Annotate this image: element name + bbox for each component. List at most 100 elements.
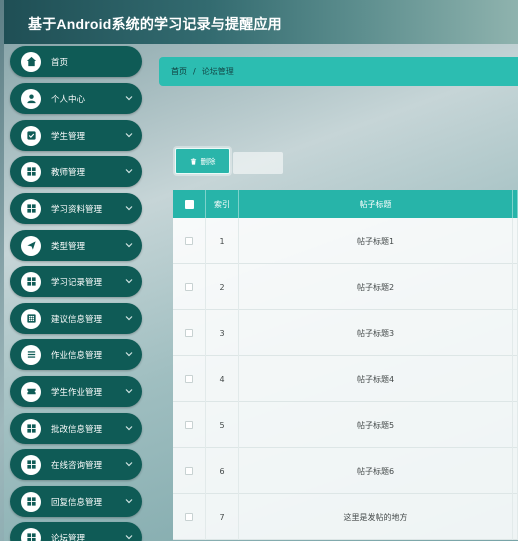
row-select-cell <box>173 218 206 264</box>
row-title: 这里是发帖的地方 <box>239 494 513 540</box>
list-icon <box>21 344 41 365</box>
sidebar-item-label: 类型管理 <box>51 241 86 252</box>
row-select-cell <box>173 310 206 356</box>
row-title: 帖子标题2 <box>239 264 513 310</box>
row-select-cell <box>173 494 206 540</box>
sidebar-item-students[interactable]: 学生管理 <box>10 120 142 151</box>
breadcrumb-separator: / <box>193 67 196 76</box>
chevron-down-icon <box>125 279 133 284</box>
chevron-down-icon <box>125 352 133 357</box>
sidebar-item-suggestions[interactable]: 建议信息管理 <box>10 303 142 334</box>
chevron-down-icon <box>125 426 133 431</box>
row-extra <box>513 356 518 402</box>
row-extra <box>513 448 518 494</box>
grid-icon <box>21 271 41 292</box>
row-extra <box>513 218 518 264</box>
sidebar-item-label: 个人中心 <box>51 94 86 105</box>
row-index: 7 <box>206 494 239 540</box>
sidebar-item-consultation[interactable]: 在线咨询管理 <box>10 449 142 480</box>
sidebar-item-types[interactable]: 类型管理 <box>10 230 142 261</box>
row-checkbox[interactable] <box>185 283 193 291</box>
user-icon <box>21 88 41 109</box>
select-all-checkbox[interactable] <box>184 199 194 209</box>
table-row[interactable]: 5 帖子标题5 <box>173 402 518 448</box>
header-extra <box>513 190 518 218</box>
sidebar-item-label: 论坛管理 <box>51 533 86 541</box>
chevron-down-icon <box>125 169 133 174</box>
chevron-down-icon <box>125 206 133 211</box>
row-checkbox[interactable] <box>185 421 193 429</box>
breadcrumb: 首页 / 论坛管理 <box>159 57 518 86</box>
send-icon <box>21 235 41 256</box>
sidebar-item-label: 作业信息管理 <box>51 350 103 361</box>
grid-icon <box>21 454 41 475</box>
chevron-down-icon <box>125 499 133 504</box>
table-row[interactable]: 2 帖子标题2 <box>173 264 518 310</box>
sidebar-item-label: 学生管理 <box>51 131 86 142</box>
sidebar-item-study-materials[interactable]: 学习资料管理 <box>10 193 142 224</box>
row-index: 4 <box>206 356 239 402</box>
sidebar-item-label: 回复信息管理 <box>51 497 103 508</box>
chevron-down-icon <box>125 462 133 467</box>
row-index: 5 <box>206 402 239 448</box>
sidebar-item-teachers[interactable]: 教师管理 <box>10 156 142 187</box>
main-content: 首页 / 论坛管理 删除 索引 帖子标题 1 帖子标题1 2 帖子标题2 3 帖… <box>149 44 518 541</box>
row-select-cell <box>173 356 206 402</box>
row-extra <box>513 264 518 310</box>
row-checkbox[interactable] <box>185 467 193 475</box>
row-title: 帖子标题4 <box>239 356 513 402</box>
select-all-cell[interactable] <box>173 190 206 218</box>
chevron-down-icon <box>125 389 133 394</box>
sidebar-item-grading[interactable]: 批改信息管理 <box>10 413 142 444</box>
chevron-down-icon <box>125 535 133 540</box>
table-row[interactable]: 3 帖子标题3 <box>173 310 518 356</box>
sidebar-item-label: 建议信息管理 <box>51 314 103 325</box>
row-index: 1 <box>206 218 239 264</box>
sidebar-item-profile[interactable]: 个人中心 <box>10 83 142 114</box>
row-checkbox[interactable] <box>185 513 193 521</box>
row-extra <box>513 310 518 356</box>
row-extra <box>513 494 518 540</box>
chevron-down-icon <box>125 133 133 138</box>
sidebar-item-label: 首页 <box>51 57 69 68</box>
table-row[interactable]: 4 帖子标题4 <box>173 356 518 402</box>
toolbar-placeholder <box>233 152 283 174</box>
sidebar-item-label: 学习记录管理 <box>51 277 103 288</box>
sidebar-item-assignments[interactable]: 作业信息管理 <box>10 339 142 370</box>
table-row[interactable]: 6 帖子标题6 <box>173 448 518 494</box>
grid-icon <box>21 491 41 512</box>
row-title: 帖子标题5 <box>239 402 513 448</box>
sidebar-item-label: 批改信息管理 <box>51 424 103 435</box>
sidebar-item-label: 学生作业管理 <box>51 387 103 398</box>
home-icon <box>21 51 41 72</box>
sidebar-item-forum[interactable]: 论坛管理 <box>10 522 142 541</box>
table-row[interactable]: 7 这里是发帖的地方 <box>173 494 518 540</box>
delete-button[interactable]: 删除 <box>175 148 230 174</box>
dots-grid-icon <box>21 308 41 329</box>
row-select-cell <box>173 264 206 310</box>
sidebar-item-replies[interactable]: 回复信息管理 <box>10 486 142 517</box>
sidebar-item-label: 教师管理 <box>51 167 86 178</box>
sidebar-item-study-records[interactable]: 学习记录管理 <box>10 266 142 297</box>
header-title: 帖子标题 <box>239 190 513 218</box>
sidebar-item-student-assignments[interactable]: 学生作业管理 <box>10 376 142 407</box>
sidebar-item-home[interactable]: 首页 <box>10 46 142 77</box>
table-row[interactable]: 1 帖子标题1 <box>173 218 518 264</box>
app-window: 基于Android系统的学习记录与提醒应用 首页 个人中心 学生管理 教师管理 … <box>4 0 518 541</box>
row-checkbox[interactable] <box>185 375 193 383</box>
row-checkbox[interactable] <box>185 237 193 245</box>
grid-icon <box>21 161 41 182</box>
breadcrumb-home[interactable]: 首页 <box>171 66 187 77</box>
sidebar-item-label: 在线咨询管理 <box>51 460 103 471</box>
chevron-down-icon <box>125 96 133 101</box>
row-checkbox[interactable] <box>185 329 193 337</box>
breadcrumb-current: 论坛管理 <box>201 67 234 76</box>
table-header: 索引 帖子标题 <box>173 190 518 218</box>
row-extra <box>513 402 518 448</box>
chevron-down-icon <box>125 243 133 248</box>
header-index: 索引 <box>206 190 239 218</box>
row-select-cell <box>173 402 206 448</box>
row-select-cell <box>173 448 206 494</box>
row-index: 2 <box>206 264 239 310</box>
sidebar-item-label: 学习资料管理 <box>51 204 103 215</box>
